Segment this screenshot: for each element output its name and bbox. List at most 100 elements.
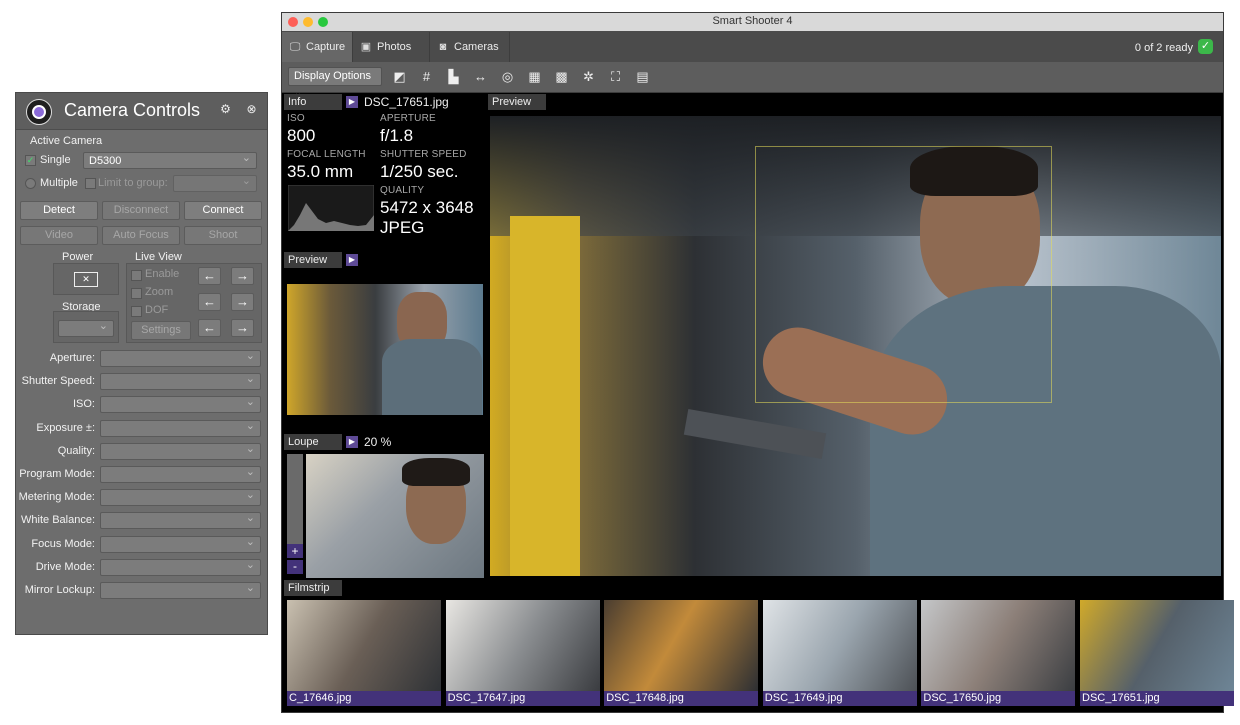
shutter-speed-select[interactable]	[100, 372, 261, 391]
filmstrip-filename: C_17646.jpg	[287, 691, 441, 706]
filmstrip-thumbnail[interactable]	[1080, 600, 1234, 691]
shutter-speed-value: 1/250 sec.	[380, 162, 459, 181]
iso-label: ISO	[287, 113, 305, 124]
shutter-speed-label: SHUTTER SPEED	[380, 149, 467, 160]
single-label: Single	[40, 154, 71, 166]
exposure-icon[interactable]: ◩	[391, 68, 408, 85]
iso-select[interactable]	[100, 395, 261, 414]
tab-capture-label: Capture	[306, 41, 346, 53]
metering-mode-label: Metering Mode:	[18, 491, 95, 504]
loupe-zoom-in-button[interactable]: +	[287, 544, 303, 558]
small-preview-image	[287, 284, 483, 415]
tab-cameras[interactable]: ◙ Cameras	[430, 32, 510, 62]
loupe-zoom: 20 %	[364, 435, 392, 449]
display-options-label: Display Options	[294, 70, 372, 82]
shoot-button[interactable]: Shoot	[184, 226, 262, 245]
play-icon[interactable]: ▶	[346, 254, 358, 266]
detect-button[interactable]: Detect	[20, 201, 98, 220]
capture-icon[interactable]: ◎	[499, 68, 516, 85]
quality-select[interactable]	[100, 442, 261, 460]
tab-capture[interactable]: 🖵 Capture	[282, 32, 353, 62]
drive-mode-select[interactable]	[100, 558, 261, 576]
white-balance-select[interactable]	[100, 511, 261, 530]
filmstrip-thumbnail[interactable]	[762, 600, 917, 691]
loupe-panel: Loupe ▶ 20 % + -	[284, 434, 486, 578]
metering-mode-select[interactable]	[100, 488, 261, 507]
histogram-chart	[288, 185, 374, 231]
filmstrip-thumbnail[interactable]	[445, 600, 600, 691]
video-button[interactable]: Video	[20, 226, 98, 245]
storage-select[interactable]	[58, 319, 114, 337]
yellow-pillar	[510, 216, 580, 576]
display-options-button[interactable]: Display Options ⌄	[288, 67, 382, 98]
single-checkbox[interactable]: ✓	[25, 155, 36, 166]
auto-focus-button[interactable]: Auto Focus	[102, 226, 180, 245]
aperture-select[interactable]	[100, 349, 261, 367]
window-title: Smart Shooter 4	[712, 15, 793, 27]
tab-cameras-label: Cameras	[454, 41, 499, 53]
aperture-value: f/1.8	[380, 126, 414, 145]
close-icon[interactable]: ⊗	[245, 103, 258, 116]
qr-code-icon[interactable]: ▤	[634, 68, 651, 85]
quality-label: Quality:	[57, 444, 95, 457]
title-bar: Smart Shooter 4	[282, 13, 1223, 32]
monitor-icon: 🖵	[289, 41, 301, 53]
filmstrip-thumbnail[interactable]	[921, 600, 1076, 691]
loupe-zoom-slider[interactable]	[287, 454, 303, 544]
zoom-checkbox[interactable]	[131, 288, 142, 299]
loupe-title: Loupe	[284, 434, 342, 450]
iso-label: ISO:	[72, 398, 95, 411]
camera-icon: ◙	[439, 41, 447, 53]
camera-controls-panel: Camera Controls ⚙ ⊗ Active Camera ✓ Sing…	[15, 92, 268, 635]
filmstrip-filename: DSC_17651.jpg	[1080, 691, 1234, 706]
focus-frame	[755, 146, 1052, 403]
connect-button[interactable]: Connect	[184, 201, 262, 220]
checker-icon[interactable]: ▩	[553, 68, 570, 85]
crop-icon[interactable]: ⛶	[607, 68, 624, 85]
focus-far-small-arrow-icon[interactable]: →	[231, 267, 254, 285]
toolbar: Display Options ⌄ ◩ # ▙ ↔ ◎ ▦ ▩ ✲ ⛶ ▤	[282, 62, 1223, 98]
group-select[interactable]	[173, 174, 257, 192]
aperture-label: Aperture:	[49, 352, 95, 364]
focus-far-medium-arrow-icon[interactable]: →	[231, 293, 254, 311]
small-preview-panel: Preview ▶	[284, 252, 486, 432]
gear-icon[interactable]: ⚙	[219, 103, 232, 116]
focus-mode-select[interactable]	[100, 535, 261, 553]
info-panel: Info ▶ DSC_17651.jpg ISO 800 APERTURE f/…	[284, 94, 486, 260]
disconnect-button[interactable]: Disconnect	[102, 201, 180, 220]
enable-checkbox[interactable]	[131, 270, 142, 281]
grid-icon[interactable]: #	[418, 68, 435, 85]
measure-icon[interactable]: ↔	[472, 68, 489, 85]
tab-photos[interactable]: ▣ Photos	[353, 32, 430, 62]
dof-checkbox[interactable]	[131, 306, 142, 317]
enable-label: Enable	[145, 268, 180, 280]
ready-status: 0 of 2 ready	[1134, 42, 1193, 54]
program-mode-select[interactable]	[100, 465, 261, 483]
focus-near-medium-arrow-icon[interactable]: ←	[198, 293, 221, 311]
limit-group-checkbox[interactable]	[85, 178, 96, 189]
tab-bar: 🖵 Capture ▣ Photos ◙ Cameras	[282, 31, 1223, 62]
play-icon[interactable]: ▶	[346, 436, 358, 448]
play-icon[interactable]: ▶	[346, 96, 358, 108]
focus-icon[interactable]: ✲	[580, 68, 597, 85]
histogram-icon[interactable]: ▙	[445, 68, 462, 85]
photos-icon: ▣	[360, 41, 372, 53]
multiple-radio[interactable]	[25, 178, 36, 189]
panel-title: Camera Controls	[64, 100, 201, 120]
smart-shooter-window: Smart Shooter 4 🖵 Capture ▣ Photos ◙ Camera…	[281, 12, 1234, 713]
focus-near-large-arrow-icon[interactable]: ←	[198, 319, 221, 337]
overlay-icon[interactable]: ▦	[526, 68, 543, 85]
focus-far-large-arrow-icon[interactable]: →	[231, 319, 254, 337]
filmstrip-thumbnail[interactable]	[604, 600, 759, 691]
filmstrip-thumbnail[interactable]	[287, 600, 441, 691]
multiple-label: Multiple	[40, 177, 78, 189]
live-view-label: Live View	[135, 251, 182, 263]
loupe-zoom-out-button[interactable]: -	[287, 560, 303, 574]
filmstrip-filename: DSC_17649.jpg	[762, 691, 917, 706]
settings-button[interactable]: Settings	[131, 321, 191, 340]
exposure-select[interactable]	[100, 419, 261, 437]
focus-near-small-arrow-icon[interactable]: ←	[198, 267, 221, 285]
camera-select[interactable]: D5300	[83, 151, 257, 169]
storage-well	[53, 311, 119, 343]
mirror-lockup-select[interactable]	[100, 581, 261, 599]
